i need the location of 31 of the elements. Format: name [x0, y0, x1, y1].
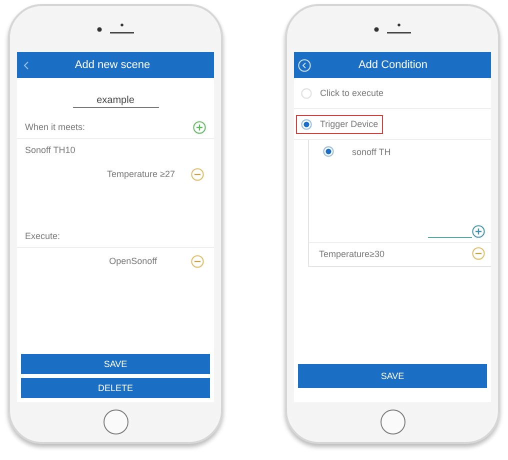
device-name: Sonoff TH10: [25, 145, 76, 155]
action-text: OpenSonoff: [109, 256, 157, 266]
radio-button[interactable]: [301, 118, 312, 130]
condition-text: Temperature≥30: [319, 248, 386, 258]
back-icon[interactable]: [23, 60, 29, 70]
home-button[interactable]: [380, 409, 406, 435]
device-label[interactable]: sonoff TH: [352, 146, 391, 156]
radio-button[interactable]: [301, 88, 312, 98]
back-icon[interactable]: [298, 58, 311, 72]
speaker-icon: [387, 23, 411, 35]
header-title: Add Condition: [357, 59, 429, 71]
save-button[interactable]: SAVE: [21, 354, 210, 374]
execute-label: Execute:: [25, 231, 60, 241]
remove-icon[interactable]: [472, 247, 485, 260]
save-button[interactable]: SAVE: [298, 364, 487, 388]
remove-icon[interactable]: [191, 254, 204, 268]
add-icon[interactable]: [472, 225, 485, 238]
add-icon[interactable]: [193, 120, 206, 134]
header-title: Add new scene: [74, 59, 152, 71]
remove-icon[interactable]: [191, 168, 204, 180]
radio-button[interactable]: [323, 146, 334, 157]
scene-name-field[interactable]: example: [72, 94, 158, 108]
camera-icon: [374, 26, 379, 32]
option-label[interactable]: Trigger Device: [320, 119, 378, 129]
speaker-icon: [110, 23, 134, 35]
home-button[interactable]: [102, 409, 128, 435]
delete-button[interactable]: DELETE: [21, 378, 210, 398]
condition-label: When it meets:: [25, 122, 86, 132]
camera-icon: [97, 26, 102, 32]
option-label[interactable]: Click to execute: [320, 88, 384, 98]
condition-text: Temperature ≥27: [107, 169, 175, 179]
